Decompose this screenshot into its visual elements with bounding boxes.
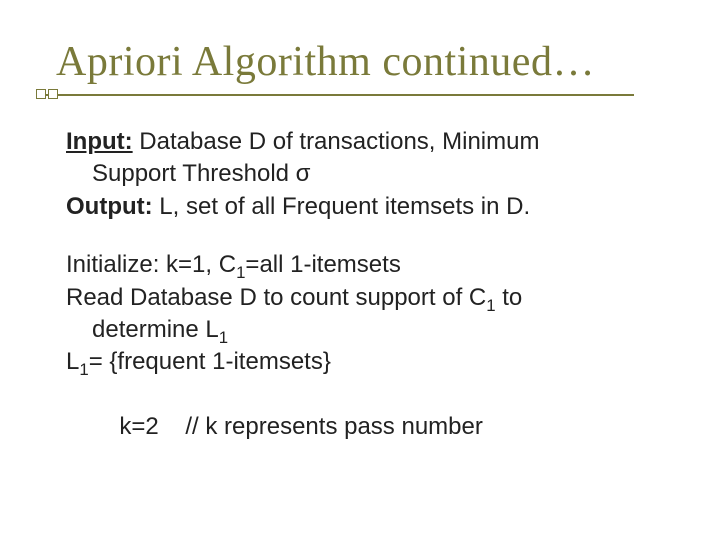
read-line: Read Database D to count support of C1 t… <box>66 282 672 347</box>
output-label: Output: <box>66 193 153 220</box>
subscript: 1 <box>79 360 88 379</box>
init-line: Initialize: k=1, C1=all 1-itemsets <box>66 249 672 281</box>
square-icon <box>36 89 46 99</box>
rule-line <box>36 94 634 96</box>
input-text: Database D of transactions, Minimum <box>133 128 540 155</box>
slide-body: Input: Database D of transactions, Minim… <box>66 126 672 476</box>
text: determine L <box>92 316 219 343</box>
text: Read Database D to count support of C <box>66 284 486 311</box>
text: Initialize: k=1, C <box>66 251 236 278</box>
subscript: 1 <box>219 328 228 347</box>
output-text: L, set of all Frequent itemsets in D. <box>153 193 531 220</box>
slide-title: Apriori Algorithm continued… <box>56 38 672 86</box>
text: k=2 // k represents pass number <box>119 413 483 440</box>
determine-line: determine L1 <box>92 314 672 346</box>
subscript: 1 <box>486 295 495 314</box>
input-line: Input: Database D of transactions, Minim… <box>66 126 672 191</box>
square-icon <box>48 89 58 99</box>
text: = {frequent 1-itemsets} <box>89 348 331 375</box>
text: to <box>496 284 523 311</box>
title-rule <box>56 92 672 100</box>
algo-block: Initialize: k=1, C1=all 1-itemsets Read … <box>66 249 672 476</box>
input-label: Input: <box>66 128 133 155</box>
io-block: Input: Database D of transactions, Minim… <box>66 126 672 223</box>
text: =all 1-itemsets <box>245 251 400 278</box>
k2-line: k=2 // k represents pass number <box>66 379 672 476</box>
l1-line: L1= {frequent 1-itemsets} <box>66 346 672 378</box>
text: L <box>66 348 79 375</box>
output-line: Output: L, set of all Frequent itemsets … <box>66 191 672 223</box>
slide: Apriori Algorithm continued… Input: Data… <box>0 0 720 540</box>
input-text-2: Support Threshold σ <box>92 158 672 190</box>
